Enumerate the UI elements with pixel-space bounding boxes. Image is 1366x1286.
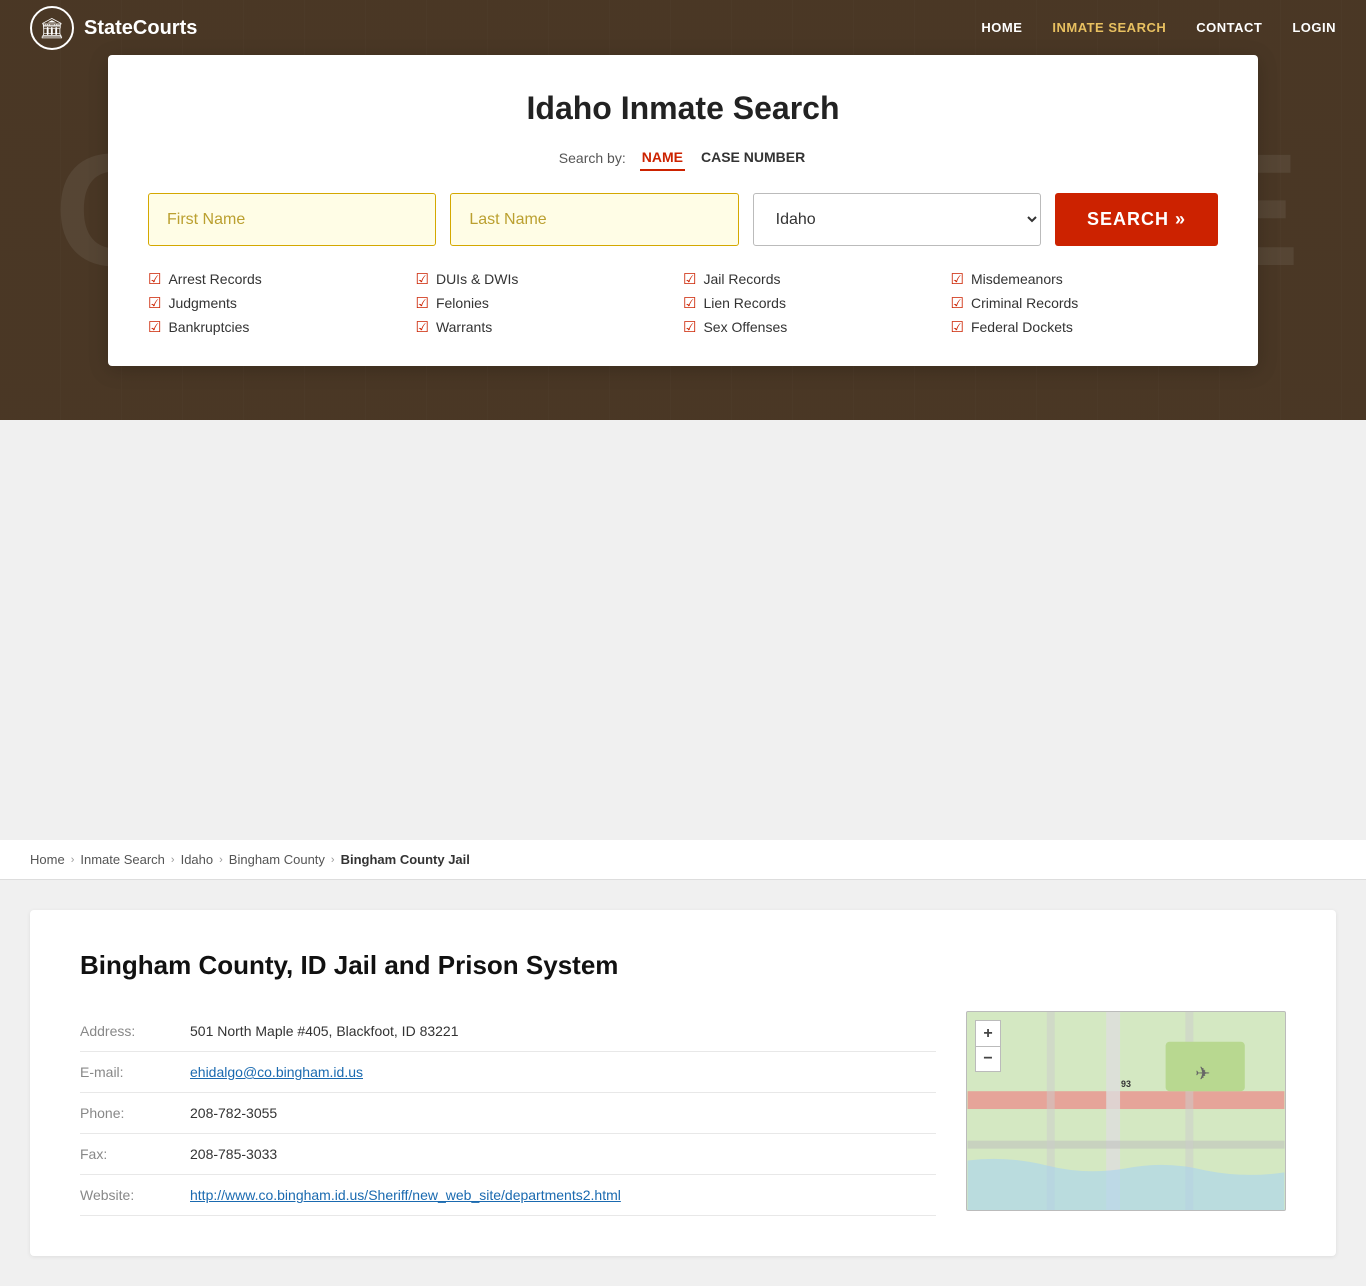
first-name-input[interactable] <box>148 193 436 246</box>
content-with-map: Address: 501 North Maple #405, Blackfoot… <box>80 1011 1286 1216</box>
logo-text: StateCourts <box>84 17 197 40</box>
check-icon: ☑ <box>148 294 161 312</box>
check-label: Jail Records <box>703 271 780 287</box>
checkboxes-grid: ☑ Arrest Records ☑ DUIs & DWIs ☑ Jail Re… <box>148 270 1218 336</box>
check-criminal-records: ☑ Criminal Records <box>951 294 1219 312</box>
value-email[interactable]: ehidalgo@co.bingham.id.us <box>190 1064 363 1080</box>
breadcrumb-sep: › <box>219 854 223 866</box>
check-warrants: ☑ Warrants <box>416 318 684 336</box>
check-icon: ☑ <box>148 318 161 336</box>
breadcrumb-home[interactable]: Home <box>30 852 65 867</box>
info-row-address: Address: 501 North Maple #405, Blackfoot… <box>80 1011 936 1052</box>
svg-text:✈: ✈ <box>1195 1063 1210 1083</box>
info-section: Address: 501 North Maple #405, Blackfoot… <box>80 1011 936 1216</box>
main-content: Bingham County, ID Jail and Prison Syste… <box>0 880 1366 1286</box>
check-icon: ☑ <box>951 294 964 312</box>
check-icon: ☑ <box>683 318 696 336</box>
navbar: 🏛 StateCourts HOME INMATE SEARCH CONTACT… <box>0 0 1366 56</box>
nav-links: HOME INMATE SEARCH CONTACT LOGIN <box>981 19 1336 37</box>
map-section: ✈ 93 + − <box>966 1011 1286 1216</box>
map-zoom-out[interactable]: − <box>975 1046 1001 1072</box>
check-felonies: ☑ Felonies <box>416 294 684 312</box>
check-label: Lien Records <box>703 295 786 311</box>
label-fax: Fax: <box>80 1146 170 1162</box>
check-label: Warrants <box>436 319 492 335</box>
label-email: E-mail: <box>80 1064 170 1080</box>
search-by-row: Search by: NAME CASE NUMBER <box>148 145 1218 171</box>
check-bankruptcies: ☑ Bankruptcies <box>148 318 416 336</box>
check-icon: ☑ <box>951 318 964 336</box>
label-website: Website: <box>80 1187 170 1203</box>
info-row-fax: Fax: 208-785-3033 <box>80 1134 936 1175</box>
tab-case-number[interactable]: CASE NUMBER <box>699 145 807 171</box>
nav-contact[interactable]: CONTACT <box>1196 20 1262 35</box>
logo-icon: 🏛 <box>30 6 74 50</box>
check-icon: ☑ <box>416 294 429 312</box>
breadcrumb-idaho[interactable]: Idaho <box>181 852 214 867</box>
value-fax: 208-785-3033 <box>190 1146 277 1162</box>
check-label: Arrest Records <box>168 271 261 287</box>
check-duis-dwis: ☑ DUIs & DWIs <box>416 270 684 288</box>
tab-name[interactable]: NAME <box>640 145 685 171</box>
check-icon: ☑ <box>416 270 429 288</box>
check-label: Sex Offenses <box>703 319 787 335</box>
check-label: Judgments <box>168 295 236 311</box>
value-website[interactable]: http://www.co.bingham.id.us/Sheriff/new_… <box>190 1187 621 1203</box>
search-by-label: Search by: <box>559 150 626 166</box>
check-label: DUIs & DWIs <box>436 271 518 287</box>
search-button[interactable]: SEARCH » <box>1055 193 1218 246</box>
content-card: Bingham County, ID Jail and Prison Syste… <box>30 910 1336 1256</box>
breadcrumb-sep: › <box>171 854 175 866</box>
breadcrumb-bingham-county[interactable]: Bingham County <box>229 852 325 867</box>
info-table: Address: 501 North Maple #405, Blackfoot… <box>80 1011 936 1216</box>
check-lien-records: ☑ Lien Records <box>683 294 951 312</box>
check-label: Criminal Records <box>971 295 1078 311</box>
breadcrumb: Home › Inmate Search › Idaho › Bingham C… <box>0 840 1366 880</box>
check-icon: ☑ <box>683 270 696 288</box>
breadcrumb-inmate-search[interactable]: Inmate Search <box>80 852 165 867</box>
check-icon: ☑ <box>683 294 696 312</box>
value-phone: 208-782-3055 <box>190 1105 277 1121</box>
nav-login[interactable]: LOGIN <box>1292 20 1336 35</box>
value-address: 501 North Maple #405, Blackfoot, ID 8322… <box>190 1023 459 1039</box>
check-jail-records: ☑ Jail Records <box>683 270 951 288</box>
info-row-email: E-mail: ehidalgo@co.bingham.id.us <box>80 1052 936 1093</box>
check-label: Federal Dockets <box>971 319 1073 335</box>
logo-link[interactable]: 🏛 StateCourts <box>30 6 197 50</box>
check-icon: ☑ <box>416 318 429 336</box>
info-row-phone: Phone: 208-782-3055 <box>80 1093 936 1134</box>
last-name-input[interactable] <box>450 193 738 246</box>
map-controls: + − <box>975 1020 1001 1072</box>
nav-inmate-search[interactable]: INMATE SEARCH <box>1052 20 1166 35</box>
check-label: Misdemeanors <box>971 271 1063 287</box>
search-card: Idaho Inmate Search Search by: NAME CASE… <box>108 55 1258 366</box>
label-phone: Phone: <box>80 1105 170 1121</box>
check-judgments: ☑ Judgments <box>148 294 416 312</box>
check-label: Felonies <box>436 295 489 311</box>
map-svg: ✈ 93 <box>967 1012 1285 1210</box>
nav-home[interactable]: HOME <box>981 20 1022 35</box>
check-arrest-records: ☑ Arrest Records <box>148 270 416 288</box>
breadcrumb-current: Bingham County Jail <box>341 852 470 867</box>
svg-text:93: 93 <box>1121 1079 1131 1089</box>
check-label: Bankruptcies <box>168 319 249 335</box>
map-container: ✈ 93 + − <box>966 1011 1286 1211</box>
label-address: Address: <box>80 1023 170 1039</box>
info-row-website: Website: http://www.co.bingham.id.us/She… <box>80 1175 936 1216</box>
breadcrumb-sep: › <box>331 854 335 866</box>
check-federal-dockets: ☑ Federal Dockets <box>951 318 1219 336</box>
check-misdemeanors: ☑ Misdemeanors <box>951 270 1219 288</box>
content-title: Bingham County, ID Jail and Prison Syste… <box>80 950 1286 981</box>
search-inputs-row: Idaho Alabama Alaska Arizona Arkansas Ca… <box>148 193 1218 246</box>
hero-section: COURTHOUSE 🏛 StateCourts HOME INMATE SEA… <box>0 0 1366 420</box>
breadcrumb-sep: › <box>71 854 75 866</box>
check-icon: ☑ <box>148 270 161 288</box>
check-sex-offenses: ☑ Sex Offenses <box>683 318 951 336</box>
search-card-title: Idaho Inmate Search <box>148 90 1218 127</box>
check-icon: ☑ <box>951 270 964 288</box>
map-zoom-in[interactable]: + <box>975 1020 1001 1046</box>
state-select[interactable]: Idaho Alabama Alaska Arizona Arkansas Ca… <box>753 193 1041 246</box>
